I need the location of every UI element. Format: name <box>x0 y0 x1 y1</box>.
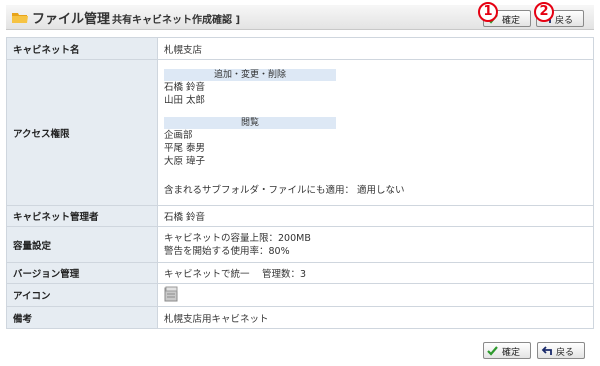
annotation-badge-1: 1 <box>478 2 498 22</box>
check-icon <box>487 346 498 356</box>
edit-user: 山田 太郎 <box>164 94 206 106</box>
capacity-limit: キャビネットの容量上限：200MB <box>164 232 311 244</box>
row-icon: アイコン <box>6 283 594 307</box>
note-label: 備考 <box>6 306 158 329</box>
capacity-value: キャビネットの容量上限：200MB 警告を開始する使用率：80% <box>157 226 594 263</box>
cabinet-name-label: キャビネット名 <box>6 37 158 60</box>
folder-icon <box>12 13 28 23</box>
version-value: キャビネットで統一 管理数：3 <box>157 262 594 284</box>
page-subtitle: [ 共有キャビネット作成確認 ] <box>104 15 241 26</box>
confirm-button-bottom[interactable]: 確定 <box>483 342 531 359</box>
capacity-warning: 警告を開始する使用率：80% <box>164 245 290 257</box>
cabinet-icon <box>164 286 178 301</box>
row-cabinet-name: キャビネット名 札幌支店 <box>6 37 594 60</box>
icon-value <box>157 283 594 307</box>
row-note: 備考 札幌支店用キャビネット <box>6 306 594 329</box>
view-user: 平尾 泰男 <box>164 142 206 154</box>
back-label: 戻る <box>555 16 574 26</box>
edit-group-heading: 追加・変更・削除 <box>164 68 336 81</box>
back-arrow-icon <box>541 346 552 355</box>
edit-user: 石橋 鈴音 <box>164 81 206 93</box>
row-access: アクセス権限 追加・変更・削除 石橋 鈴音 山田 太郎 閲覧 企画部 平尾 泰男… <box>6 59 594 206</box>
view-user: 大原 瑋子 <box>164 155 206 167</box>
view-group-heading: 閲覧 <box>164 116 336 129</box>
confirm-label: 確定 <box>502 16 521 26</box>
access-value: 追加・変更・削除 石橋 鈴音 山田 太郎 閲覧 企画部 平尾 泰男 大原 瑋子 … <box>157 59 594 206</box>
note-value: 札幌支店用キャビネット <box>157 306 594 329</box>
subfolder-note: 含まれるサブフォルダ・ファイルにも適用： 適用しない <box>164 184 405 196</box>
cabinet-name-value: 札幌支店 <box>157 37 594 60</box>
row-version: バージョン管理 キャビネットで統一 管理数：3 <box>6 262 594 284</box>
confirm-label: 確定 <box>502 348 521 358</box>
annotation-badge-2: 2 <box>534 2 554 22</box>
access-label: アクセス権限 <box>6 59 158 206</box>
icon-label: アイコン <box>6 283 158 307</box>
page-title: ファイル管理 <box>32 12 111 27</box>
admin-value: 石橋 鈴音 <box>157 205 594 227</box>
row-admin: キャビネット管理者 石橋 鈴音 <box>6 205 594 227</box>
back-label: 戻る <box>556 348 575 358</box>
capacity-label: 容量設定 <box>6 226 158 263</box>
view-user: 企画部 <box>164 129 193 141</box>
admin-label: キャビネット管理者 <box>6 205 158 227</box>
version-label: バージョン管理 <box>6 262 158 284</box>
row-capacity: 容量設定 キャビネットの容量上限：200MB 警告を開始する使用率：80% <box>6 226 594 263</box>
back-button-bottom[interactable]: 戻る <box>537 342 585 359</box>
cabinet-confirm-table: キャビネット名 札幌支店 アクセス権限 追加・変更・削除 石橋 鈴音 山田 太郎… <box>6 37 594 329</box>
